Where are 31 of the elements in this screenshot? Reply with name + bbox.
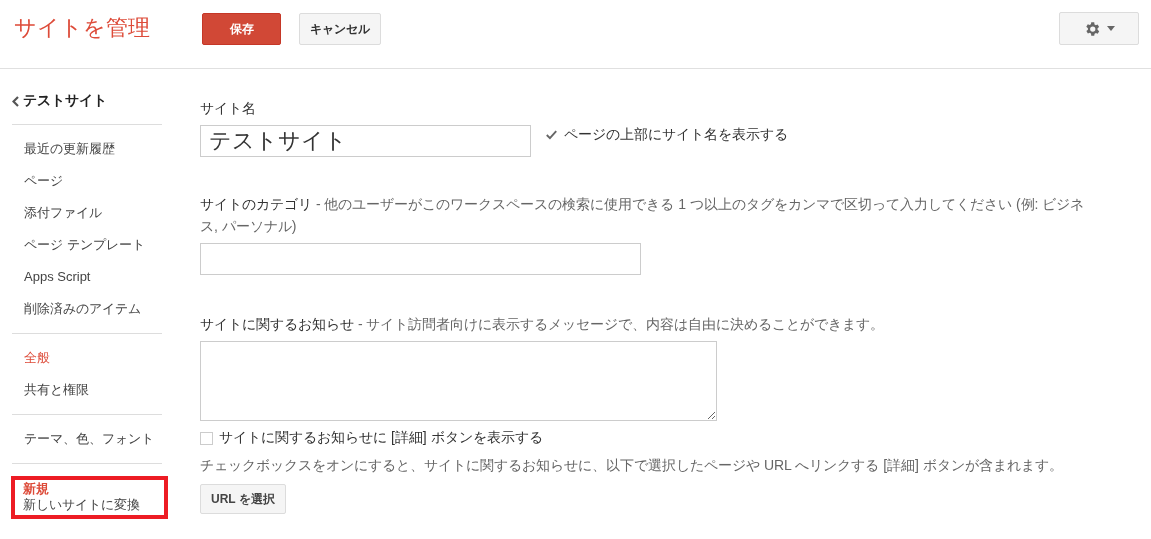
checkbox-label: サイトに関するお知らせに [詳細] ボタンを表示する: [219, 429, 543, 447]
caret-icon: [1107, 26, 1115, 31]
sidebar-item[interactable]: 添付ファイル: [12, 197, 162, 229]
checkbox[interactable]: [200, 431, 213, 445]
back-link[interactable]: テストサイト: [12, 91, 162, 125]
new-label: 新規: [23, 481, 50, 497]
settings-icon: [1083, 19, 1101, 38]
sidebar-item[interactable]: テーマ、色、フォント: [12, 423, 162, 455]
select-url-button[interactable]: URL を選択: [200, 484, 286, 514]
sidebar-item[interactable]: Apps Script: [12, 261, 162, 293]
category-field[interactable]: [200, 243, 641, 275]
help-text: チェックボックスをオンにすると、サイトに関するお知らせに、以下で選択したページや URL へリンクする [詳細] ボタンが含まれます。: [200, 456, 1064, 474]
save-button[interactable]: 保存: [202, 13, 281, 45]
announcement-field[interactable]: [200, 341, 717, 421]
field-description: サイトに関するお知らせ - サイト訪問者向けに表示するメッセージで、内容は自由に決めることができます。: [200, 315, 886, 334]
sidebar-item[interactable]: 共有と権限: [12, 374, 162, 406]
field-description: サイトのカテゴリ - 他のユーザーがこのワークスペースの検索に使用できる 1 つ以上のタグをカンマで区切って入力してください (例: ビジネス, パーソナル): [200, 195, 1086, 236]
site-name-field[interactable]: テストサイト: [200, 125, 531, 157]
sidebar-item[interactable]: ページ: [12, 165, 162, 197]
sidebar-item[interactable]: 新しいサイトに変換: [23, 497, 156, 513]
settings-menu-button[interactable]: [1059, 12, 1139, 45]
checkbox[interactable]: [545, 128, 558, 142]
page-title: サイトを管理: [14, 14, 151, 42]
sidebar-item[interactable]: 全般: [12, 342, 162, 374]
checkbox-label: ページの上部にサイト名を表示する: [564, 126, 788, 144]
chevron-left-icon: [12, 95, 19, 107]
sidebar-item[interactable]: 削除済みのアイテム: [12, 293, 162, 325]
field-label: サイト名: [200, 99, 257, 117]
sidebar-item[interactable]: 最近の更新履歴: [12, 133, 162, 165]
sidebar-item[interactable]: ページ テンプレート: [12, 229, 162, 261]
cancel-button[interactable]: キャンセル: [299, 13, 381, 45]
